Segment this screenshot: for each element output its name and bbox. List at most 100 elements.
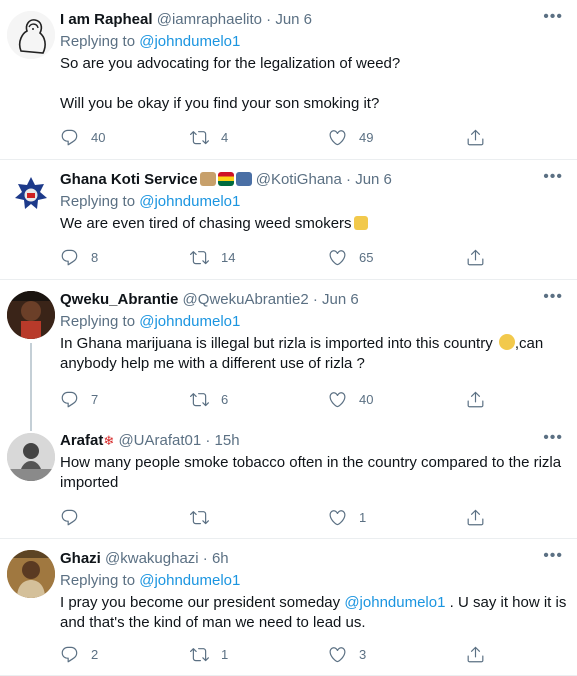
replying-label: Replying to xyxy=(60,33,136,50)
reply-button[interactable]: 2 xyxy=(60,645,98,664)
like-button[interactable]: 49 xyxy=(328,128,373,147)
ghana-flag-icon xyxy=(217,172,234,186)
share-icon xyxy=(466,248,485,267)
tweet-actions: 8 14 65 xyxy=(60,248,540,268)
reply-button[interactable] xyxy=(60,508,79,527)
tweet-text-line: So are you advocating for the legalizati… xyxy=(60,55,401,72)
mention-link[interactable]: @johndumelo1 xyxy=(139,313,240,330)
tweet-text: In Ghana marijuana is illegal but rizla … xyxy=(60,334,567,374)
share-button[interactable] xyxy=(466,508,485,527)
reply-button[interactable]: 8 xyxy=(60,248,98,267)
author-name[interactable]: Ghana Koti Service xyxy=(60,171,198,188)
replying-label: Replying to xyxy=(60,313,136,330)
more-icon[interactable]: ••• xyxy=(543,547,563,565)
tweet-actions: 2 1 3 xyxy=(60,645,540,665)
tweet-text: We are even tired of chasing weed smoker… xyxy=(60,214,567,234)
mention-link[interactable]: @johndumelo1 xyxy=(139,193,240,210)
like-button[interactable]: 3 xyxy=(328,645,366,664)
avatar[interactable] xyxy=(7,433,55,481)
reply-button[interactable]: 40 xyxy=(60,128,105,147)
share-button[interactable] xyxy=(466,128,485,147)
replying-to: Replying to @johndumelo1 xyxy=(60,571,567,591)
tweet-time[interactable]: · 15h xyxy=(205,432,239,449)
author-handle[interactable]: @QwekuAbrantie2 xyxy=(183,291,309,308)
avatar[interactable] xyxy=(7,171,55,219)
tweet[interactable]: Ghana Koti Service @KotiGhana · Jun 6 Re… xyxy=(0,160,577,280)
reply-icon xyxy=(60,248,79,267)
replying-to: Replying to @johndumelo1 xyxy=(60,192,567,212)
reply-icon xyxy=(60,645,79,664)
share-button[interactable] xyxy=(466,248,485,267)
author-handle[interactable]: @kwakughazi xyxy=(105,550,199,567)
replying-label: Replying to xyxy=(60,193,136,210)
retweet-button[interactable]: 1 xyxy=(190,645,228,664)
like-count: 3 xyxy=(359,647,367,662)
police-car-icon xyxy=(235,172,252,186)
reply-count: 8 xyxy=(91,250,99,265)
like-count: 40 xyxy=(359,392,374,407)
tweet[interactable]: Qweku_Abrantie @QwekuAbrantie2 · Jun 6 R… xyxy=(0,280,577,421)
tweet[interactable]: Arafat❄ @UArafat01 · 15h How many people… xyxy=(0,421,577,539)
author-handle[interactable]: @iamraphaelito xyxy=(157,11,262,28)
thinking-face-icon xyxy=(498,334,515,350)
avatar[interactable] xyxy=(7,550,55,598)
tweet-text-content: In Ghana marijuana is illegal but rizla … xyxy=(60,335,493,352)
retweet-button[interactable]: 4 xyxy=(190,128,228,147)
retweet-button[interactable]: 14 xyxy=(190,248,235,267)
retweet-icon xyxy=(190,128,209,147)
tweet-time[interactable]: · Jun 6 xyxy=(346,171,392,188)
reply-icon xyxy=(60,390,79,409)
author-name[interactable]: Arafat xyxy=(60,432,103,449)
more-icon[interactable]: ••• xyxy=(543,8,563,26)
reply-icon xyxy=(60,508,79,527)
reply-count: 40 xyxy=(91,130,106,145)
tweet[interactable]: Ghazi @kwakughazi · 6h Replying to @john… xyxy=(0,539,577,676)
like-button[interactable]: 1 xyxy=(328,508,366,527)
tweet-text-line: Will you be okay if you find your son sm… xyxy=(60,95,380,112)
share-button[interactable] xyxy=(466,645,485,664)
mention-link[interactable]: @johndumelo1 xyxy=(139,572,240,589)
retweet-count: 6 xyxy=(221,392,229,407)
author-name[interactable]: I am Rapheal xyxy=(60,11,153,28)
author-name[interactable]: Ghazi xyxy=(60,550,101,567)
author-name[interactable]: Qweku_Abrantie xyxy=(60,291,178,308)
like-icon xyxy=(328,390,347,409)
tweet-text: I pray you become our president someday … xyxy=(60,593,567,633)
tweet-text-content: We are even tired of chasing weed smoker… xyxy=(60,215,352,232)
retweet-button[interactable]: 6 xyxy=(190,390,228,409)
tweet-text-content: I pray you become our president someday xyxy=(60,594,341,611)
like-icon xyxy=(328,645,347,664)
mention-link[interactable]: @johndumelo1 xyxy=(139,33,240,50)
share-icon xyxy=(466,128,485,147)
thread-line xyxy=(30,421,32,431)
thread-line xyxy=(30,343,32,421)
share-button[interactable] xyxy=(466,390,485,409)
more-icon[interactable]: ••• xyxy=(543,288,563,306)
more-icon[interactable]: ••• xyxy=(543,168,563,186)
tweet-time[interactable]: · Jun 6 xyxy=(313,291,359,308)
avatar[interactable] xyxy=(7,291,55,339)
reply-button[interactable]: 7 xyxy=(60,390,98,409)
author-handle[interactable]: @KotiGhana xyxy=(256,171,342,188)
like-button[interactable]: 65 xyxy=(328,248,373,267)
retweet-count: 1 xyxy=(221,647,229,662)
shrug-icon xyxy=(353,216,368,230)
replying-to: Replying to @johndumelo1 xyxy=(60,32,567,52)
mention-link[interactable]: @johndumelo1 xyxy=(344,594,445,611)
replying-to: Replying to @johndumelo1 xyxy=(60,312,567,332)
tweet[interactable]: I am Rapheal @iamraphaelito · Jun 6 Repl… xyxy=(0,0,577,160)
retweet-count: 14 xyxy=(221,250,236,265)
retweet-icon xyxy=(190,508,209,527)
author-handle[interactable]: @UArafat01 xyxy=(118,432,201,449)
like-count: 1 xyxy=(359,510,367,525)
tweet-time[interactable]: · Jun 6 xyxy=(266,11,312,28)
share-icon xyxy=(466,508,485,527)
retweet-icon xyxy=(190,645,209,664)
tweet-time[interactable]: · 6h xyxy=(203,550,229,567)
like-button[interactable]: 40 xyxy=(328,390,373,409)
share-icon xyxy=(466,645,485,664)
retweet-count: 4 xyxy=(221,130,229,145)
retweet-button[interactable] xyxy=(190,508,209,527)
more-icon[interactable]: ••• xyxy=(543,429,563,447)
avatar[interactable] xyxy=(7,11,55,59)
